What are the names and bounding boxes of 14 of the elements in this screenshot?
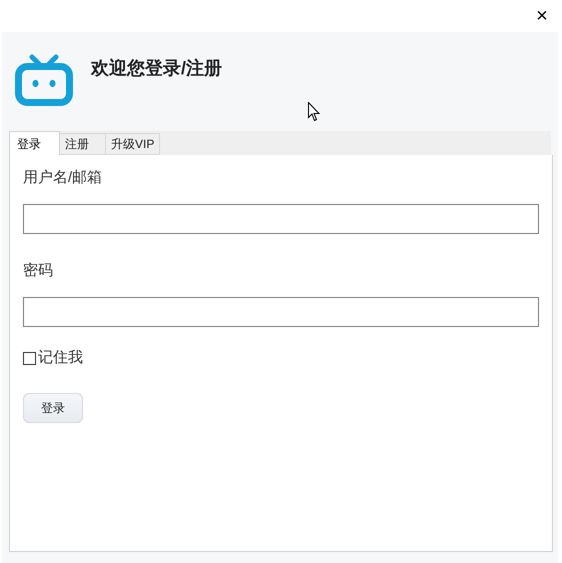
remember-label: 记住我 [38,348,83,368]
close-button[interactable]: × [532,6,552,26]
welcome-title: 欢迎您登录/注册 [91,57,222,80]
tab[interactable]: 注册 [60,133,106,155]
tab[interactable]: 登录 [9,131,60,155]
login-button[interactable]: 登录 [23,392,83,422]
field-label: 密码 [23,261,54,281]
input-field[interactable] [23,204,539,234]
input-field[interactable] [23,297,539,327]
remember-checkbox[interactable] [23,352,36,365]
tv-logo-icon [14,54,74,107]
field-label: 用户名/邮箱 [23,168,104,188]
mouse-cursor-icon [308,102,321,122]
tab[interactable]: 升级VIP [106,133,160,155]
